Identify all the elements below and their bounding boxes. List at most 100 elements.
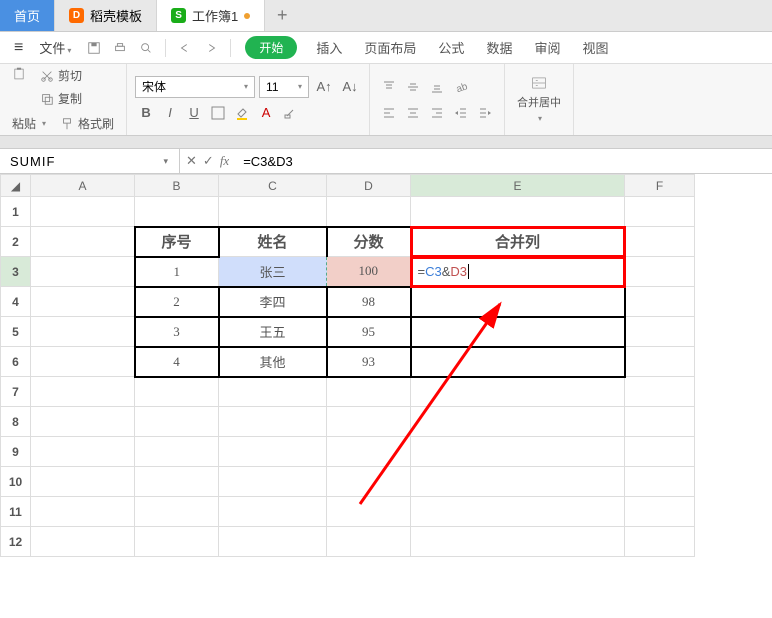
save-icon[interactable] [83,37,105,59]
accept-formula-icon[interactable]: ✓ [203,153,214,169]
formula-input[interactable]: =C3&D3 [235,149,772,173]
rowhdr-7[interactable]: 7 [1,377,31,407]
select-all[interactable]: ◢ [1,175,31,197]
align-center-icon[interactable] [402,102,424,124]
align-bottom-icon[interactable] [426,76,448,98]
cell-E2[interactable]: 合并列 [411,227,625,257]
cell-C3[interactable]: 张三 [219,257,327,287]
clear-format-icon[interactable] [279,102,301,124]
grid[interactable]: ◢ A B C D E F 1 2 序号 姓名 分数 合并列 3 1 张三 10… [0,174,695,557]
row-9: 9 [1,437,695,467]
tab-insert[interactable]: 插入 [307,38,351,57]
align-left-icon[interactable] [378,102,400,124]
border-icon[interactable] [207,102,229,124]
cell-C6[interactable]: 其他 [219,347,327,377]
cell-B6[interactable]: 4 [135,347,219,377]
rowhdr-11[interactable]: 11 [1,497,31,527]
cell-C4[interactable]: 李四 [219,287,327,317]
preview-icon[interactable] [135,37,157,59]
col-B[interactable]: B [135,175,219,197]
tab-start[interactable]: 开始 [245,36,297,59]
rowhdr-3[interactable]: 3 [1,257,31,287]
hamburger-icon[interactable]: ≡ [10,39,27,57]
cell-D3[interactable]: 100 [327,257,411,287]
copy-button[interactable]: 复制 [36,88,86,109]
row-8: 8 [1,407,695,437]
merge-label: 合并居中 [517,94,561,110]
cursor-icon [468,264,469,279]
print-icon[interactable] [109,37,131,59]
name-box[interactable]: SUMIF▾ [0,149,180,173]
cell-B3[interactable]: 1 [135,257,219,287]
align-top-icon[interactable] [378,76,400,98]
tab-formula[interactable]: 公式 [429,38,473,57]
tab-view[interactable]: 视图 [573,38,617,57]
format-painter-button[interactable]: 格式刷 [56,113,118,134]
col-E[interactable]: E [411,175,625,197]
cut-button[interactable]: 剪切 [36,65,86,86]
merge-button[interactable]: 合并居中▾ [513,74,565,125]
increase-font-icon[interactable]: A↑ [313,76,335,98]
clipboard-group: 剪切 复制 粘贴▾ 格式刷 [0,64,127,135]
cell-E5[interactable] [411,317,625,347]
tab-workbook[interactable]: S工作簿1 [157,0,265,31]
column-headers: ◢ A B C D E F [1,175,695,197]
bold-icon[interactable]: B [135,102,157,124]
col-F[interactable]: F [625,175,695,197]
rowhdr-5[interactable]: 5 [1,317,31,347]
tab-template[interactable]: D稻壳模板 [55,0,157,31]
italic-icon[interactable]: I [159,102,181,124]
cell-C5[interactable]: 王五 [219,317,327,347]
tab-home[interactable]: 首页 [0,0,55,31]
col-C[interactable]: C [219,175,327,197]
rowhdr-1[interactable]: 1 [1,197,31,227]
underline-icon[interactable]: U [183,102,205,124]
rowhdr-9[interactable]: 9 [1,437,31,467]
paste-button[interactable] [8,65,30,109]
brush-icon [60,117,74,131]
cell-C2[interactable]: 姓名 [219,227,327,257]
col-D[interactable]: D [327,175,411,197]
font-size-select[interactable]: 11▾ [259,76,309,98]
new-tab-button[interactable]: + [265,0,299,31]
file-menu-label: 文件 [39,41,65,56]
cell-B2[interactable]: 序号 [135,227,219,257]
font-group: 宋体▾ 11▾ A↑ A↓ B I U A [127,64,370,135]
tab-data[interactable]: 数据 [477,38,521,57]
scissors-icon [40,69,54,83]
rowhdr-12[interactable]: 12 [1,527,31,557]
indent-left-icon[interactable] [450,102,472,124]
rowhdr-10[interactable]: 10 [1,467,31,497]
cancel-formula-icon[interactable]: ✕ [186,153,197,169]
cell-D5[interactable]: 95 [327,317,411,347]
align-middle-icon[interactable] [402,76,424,98]
paste-label-button[interactable]: 粘贴▾ [8,113,50,134]
orientation-icon[interactable]: ab [450,76,472,98]
redo-icon[interactable] [200,37,222,59]
rowhdr-8[interactable]: 8 [1,407,31,437]
font-name-select[interactable]: 宋体▾ [135,76,255,98]
cell-B4[interactable]: 2 [135,287,219,317]
align-right-icon[interactable] [426,102,448,124]
undo-icon[interactable] [174,37,196,59]
file-menu[interactable]: 文件▾ [31,38,79,57]
indent-right-icon[interactable] [474,102,496,124]
rowhdr-4[interactable]: 4 [1,287,31,317]
cell-D6[interactable]: 93 [327,347,411,377]
formula-value: =C3&D3 [243,154,293,169]
tab-review[interactable]: 审阅 [525,38,569,57]
decrease-font-icon[interactable]: A↓ [339,76,361,98]
fx-icon[interactable]: fx [220,153,229,169]
font-color-icon[interactable]: A [255,102,277,124]
cell-D2[interactable]: 分数 [327,227,411,257]
cell-E4[interactable] [411,287,625,317]
col-A[interactable]: A [31,175,135,197]
cell-E3-editing[interactable]: =C3&D3 [411,257,625,287]
rowhdr-6[interactable]: 6 [1,347,31,377]
rowhdr-2[interactable]: 2 [1,227,31,257]
cell-B5[interactable]: 3 [135,317,219,347]
cell-E6[interactable] [411,347,625,377]
cell-D4[interactable]: 98 [327,287,411,317]
fill-color-icon[interactable] [231,102,253,124]
tab-layout[interactable]: 页面布局 [355,38,425,57]
